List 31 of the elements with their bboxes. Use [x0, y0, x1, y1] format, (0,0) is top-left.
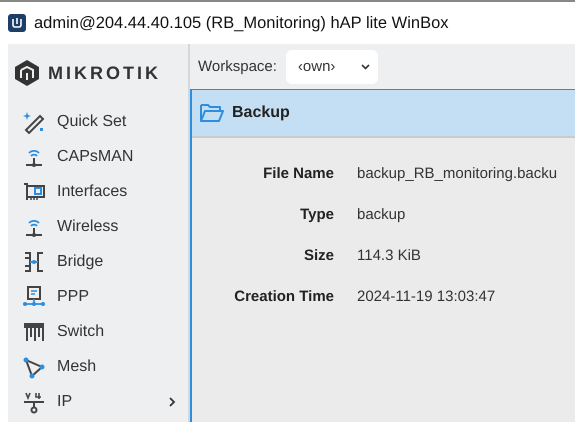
menu-icon: [22, 284, 46, 308]
menu-icon: [22, 354, 46, 378]
field-label: File Name: [262, 165, 334, 182]
sidebar-item[interactable]: Interfaces: [8, 174, 188, 209]
sidebar-item[interactable]: Wireless: [8, 209, 188, 244]
field-value: backup_RB_monitoring.backu: [357, 165, 558, 182]
sidebar-item[interactable]: IP: [8, 384, 188, 419]
sidebar-item[interactable]: Switch: [8, 314, 188, 349]
field-value: 2024-11-19 13:03:47: [357, 288, 496, 305]
workspace-label: Workspace:: [198, 58, 277, 75]
sidebar-item[interactable]: Bridge: [8, 244, 188, 279]
field-label: Size: [302, 247, 334, 264]
field-value: 114.3 KiB: [357, 247, 421, 264]
menu-icon: [22, 110, 46, 134]
sidebar-item[interactable]: CAPsMAN: [8, 139, 188, 174]
sidebar-item[interactable]: PPP: [8, 279, 188, 314]
window-title: admin@204.44.40.105 (RB_Monitoring) hAP lite WinBox: [34, 14, 448, 32]
app-icon: [8, 14, 26, 32]
logo-icon: [14, 59, 40, 87]
sidebar-item[interactable]: Quick Set: [8, 104, 188, 139]
menu-icon: [22, 250, 46, 274]
folder-icon: [200, 103, 224, 123]
caret-icon: [360, 64, 370, 70]
field-label: Creation Time: [233, 288, 334, 305]
field-value: backup: [357, 206, 406, 223]
menu-icon: [22, 390, 46, 414]
sidebar-item[interactable]: Mesh: [8, 349, 188, 384]
field-label: Type: [299, 206, 334, 223]
workspace-dropdown[interactable]: ‹own›: [286, 50, 378, 84]
logo-text: MIKROTIK: [48, 62, 161, 84]
panel-title: Backup: [232, 104, 290, 122]
